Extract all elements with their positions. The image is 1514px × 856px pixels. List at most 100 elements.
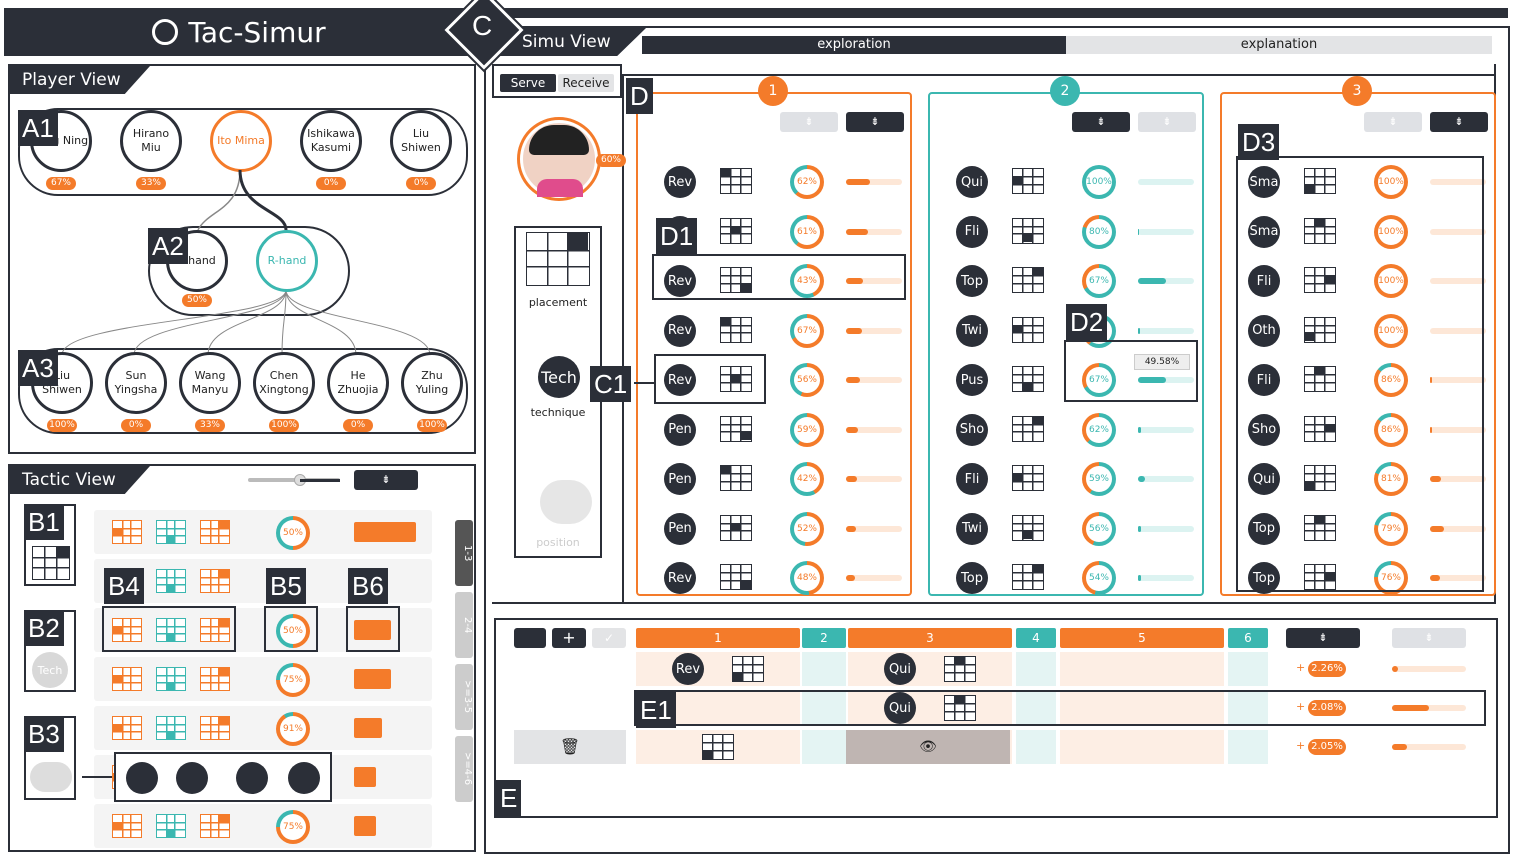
technique-badge[interactable]: Pen [664, 413, 696, 446]
win-rate-ring: 56% [790, 363, 824, 397]
player-node[interactable]: Zhu Yuling [401, 352, 463, 414]
placement-grid [1012, 168, 1044, 194]
sort-button[interactable]: ⇟ [1138, 112, 1196, 132]
b6-callbox [346, 606, 400, 652]
win-rate-ring: 50% [276, 516, 310, 550]
win-rate-text: 59% [1088, 474, 1109, 484]
technique-badge[interactable]: Fli [956, 215, 988, 248]
check-icon[interactable]: ✓ [592, 628, 626, 648]
step-header: 5 [1060, 628, 1224, 648]
technique-badge[interactable]: Pen [664, 463, 696, 495]
position-paddle-icon[interactable] [540, 480, 592, 524]
trash-icon[interactable]: 🗑 [514, 730, 626, 764]
sort-button[interactable]: ⇟ [1072, 112, 1130, 132]
player-node[interactable]: Wang Manyu [179, 352, 241, 414]
technique-label: technique [530, 406, 586, 419]
player-view-title: Player View [10, 66, 150, 94]
d3-callbox [1236, 156, 1484, 592]
placement-grid [702, 734, 734, 760]
eye-icon[interactable]: 👁 [846, 730, 1010, 764]
win-rate-text: 56% [796, 375, 817, 385]
technique-badge[interactable]: Rev [672, 653, 704, 685]
sort-button[interactable]: ⇟ [846, 112, 904, 132]
placement-grid [1012, 366, 1044, 392]
player-node[interactable]: Ito Mima [210, 110, 272, 172]
win-rate-text: 59% [796, 424, 817, 435]
player-node[interactable]: Chen Xingtong [253, 352, 315, 414]
player-name: Chen Xingtong [259, 369, 309, 396]
win-rate-text: 61% [796, 226, 817, 237]
placement-grid [720, 217, 752, 244]
app-header: Tac-Simur [4, 8, 474, 56]
usage-bar [1138, 179, 1194, 185]
sequence-cell [802, 652, 846, 686]
usage-bar [846, 426, 902, 433]
sort-button[interactable]: ⇟ [780, 112, 838, 132]
technique-badge[interactable]: Tech [538, 356, 580, 398]
technique-badge[interactable]: Twi [956, 314, 988, 347]
usage-bar [846, 327, 902, 334]
tag-b3: B3 [24, 716, 64, 752]
player-name: Sun Yingsha [114, 369, 158, 396]
technique-badge[interactable]: Pus [956, 364, 988, 396]
paddle-icon [236, 762, 268, 794]
player-node[interactable]: Sun Yingsha [105, 352, 167, 414]
range-tab[interactable]: 1-3 [455, 520, 473, 586]
tactic-row[interactable] [94, 804, 432, 848]
technique-badge[interactable]: Sho [956, 413, 988, 446]
tab-exploration[interactable]: exploration [642, 36, 1066, 54]
player-node[interactable]: He Zhuojia [327, 352, 389, 414]
range-tab[interactable]: >=3-5 [455, 664, 473, 730]
range-tab[interactable]: 2-4 [455, 592, 473, 658]
player-node[interactable]: Liu Shiwen [390, 110, 452, 172]
tactic-grid-2 [156, 814, 186, 838]
usage-bar [1138, 525, 1194, 532]
technique-badge[interactable]: Qui [956, 166, 988, 198]
tactic-grid-2 [156, 667, 186, 691]
usage-bar [846, 575, 902, 581]
technique-badge[interactable]: Qui [884, 653, 916, 685]
win-rate-text: 54% [1088, 573, 1109, 583]
range-tab[interactable]: >=4-6 [455, 736, 473, 802]
player-node[interactable]: Hirano Miu [120, 110, 182, 172]
tag-b2: B2 [24, 610, 64, 646]
player-node[interactable]: Ishikawa Kasumi [300, 110, 362, 172]
tag-b6: B6 [348, 568, 388, 604]
win-rate-ring: 100% [1082, 165, 1116, 199]
technique-badge[interactable]: Pen [664, 512, 696, 545]
technique-badge[interactable]: Rev [664, 166, 696, 198]
tag-d1: D1 [656, 218, 698, 254]
placement-grid-icon[interactable] [526, 232, 590, 286]
technique-badge[interactable]: Rev [664, 562, 696, 594]
usage-bar [354, 718, 382, 738]
app-title: Tac-Simur [188, 15, 326, 49]
win-rate-ring: 48% [790, 561, 824, 595]
b5-callbox [264, 606, 318, 652]
win-rate-text: 75% [282, 675, 303, 685]
technique-badge[interactable]: Rev [664, 314, 696, 347]
placement-grid [1012, 465, 1044, 491]
technique-badge[interactable]: Twi [956, 512, 988, 545]
technique-badge[interactable]: Top [956, 562, 988, 594]
add-icon[interactable]: + [552, 628, 586, 648]
technique-badge[interactable]: Top [956, 265, 988, 297]
win-rate-text: 50% [282, 528, 303, 538]
header-bar [476, 8, 1508, 18]
win-rate-text: 56% [1088, 523, 1109, 534]
player-name: Liu Shiwen [401, 127, 441, 154]
b2-tech-badge: Tech [32, 652, 68, 688]
file-icon[interactable] [514, 628, 546, 648]
tactic-grid-1 [112, 716, 142, 740]
e-sort-button-alt[interactable]: ⇟ [1392, 628, 1466, 648]
threshold-slider[interactable] [248, 474, 340, 486]
paddle-icon [126, 762, 158, 794]
tactic-sort-button[interactable]: ⇟ [354, 470, 418, 490]
hand-node[interactable]: R-hand [256, 230, 318, 292]
player-name: He Zhuojia [337, 369, 379, 396]
technique-badge[interactable]: Fli [956, 463, 988, 495]
usage-bar [1138, 228, 1194, 235]
e-sort-button[interactable]: ⇟ [1286, 628, 1360, 648]
sort-button[interactable]: ⇟ [1364, 112, 1422, 132]
tab-explanation[interactable]: explanation [1066, 36, 1492, 54]
sort-button[interactable]: ⇟ [1430, 112, 1488, 132]
